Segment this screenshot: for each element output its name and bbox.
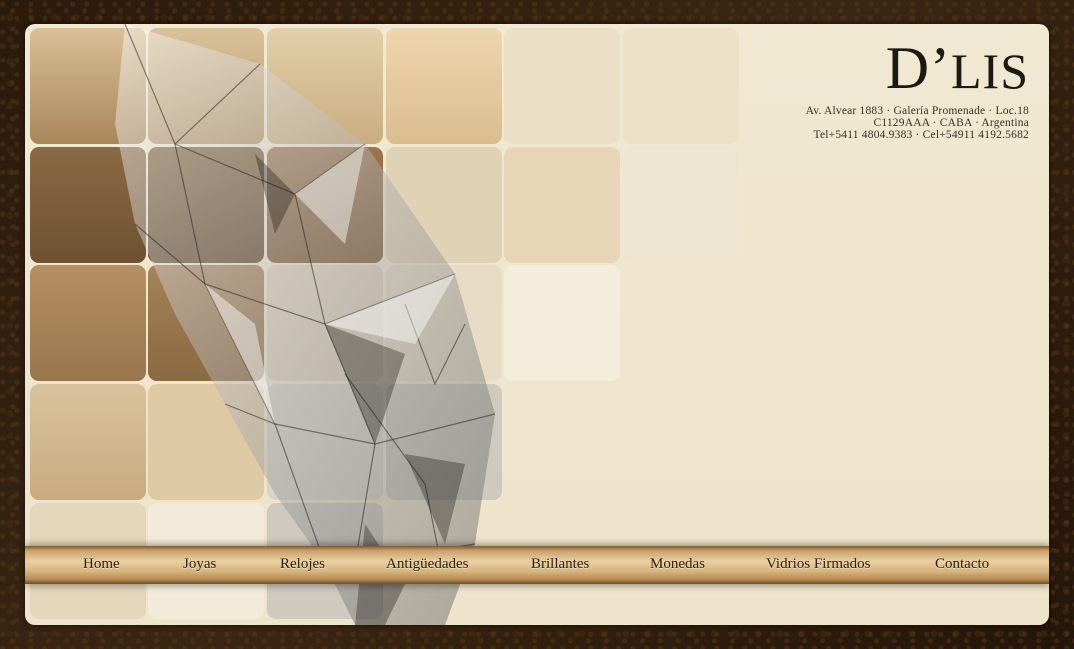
nav-home[interactable]: Home [83,556,120,573]
tile [386,384,502,500]
tile [504,265,620,381]
tile [504,147,620,263]
tile [267,384,383,500]
nav-brillantes[interactable]: Brillantes [531,556,589,573]
logo-text: LIS [951,43,1029,99]
phone-line: Tel+5411 4804.9383 · Cel+54911 4192.5682 [813,129,1029,141]
postal-line: C1129AAA · CABA · Argentina [873,117,1029,129]
nav-relojes[interactable]: Relojes [280,556,325,573]
logo: D’LIS [806,34,1029,105]
tile [148,265,264,381]
tile [267,28,383,144]
tile [30,384,146,500]
nav-antiguedades[interactable]: Antigüedades [386,556,468,573]
tile [30,147,146,263]
address-line: Av. Alvear 1883 · Galería Promenade · Lo… [805,105,1029,117]
tile [148,28,264,144]
main-panel: D’LIS Av. Alvear 1883 · Galería Promenad… [25,24,1049,625]
tile [386,28,502,144]
tile [267,147,383,263]
nav-contacto[interactable]: Contacto [935,556,989,573]
tile [623,28,739,144]
logo-letter: D’ [885,35,951,101]
tile [30,28,146,144]
tile [148,147,264,263]
tile [148,384,264,500]
tile [267,265,383,381]
nav-monedas[interactable]: Monedas [650,556,705,573]
main-nav: Home Joyas Relojes Antigüedades Brillant… [25,546,1049,584]
tile [386,147,502,263]
tile [30,265,146,381]
tile [623,147,739,263]
brand-block: D’LIS Av. Alvear 1883 · Galería Promenad… [806,34,1029,141]
tile [386,265,502,381]
nav-joyas[interactable]: Joyas [183,556,216,573]
nav-vidrios-firmados[interactable]: Vidrios Firmados [766,556,871,573]
tile [504,28,620,144]
